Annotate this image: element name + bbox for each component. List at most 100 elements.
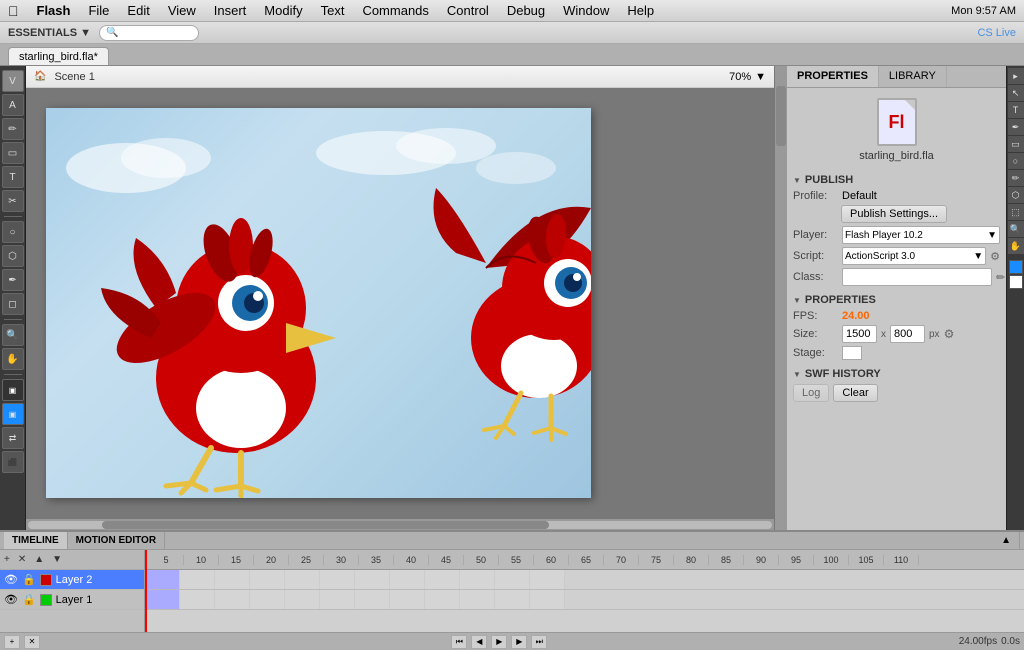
zoom-tool[interactable]: 🔍 xyxy=(2,324,24,346)
frame-cell-1-11[interactable] xyxy=(495,590,530,609)
frame-cell-1-8[interactable] xyxy=(390,590,425,609)
size-height-input[interactable] xyxy=(890,325,925,343)
layer-1-lock-icon[interactable]: 🔒 xyxy=(22,593,36,606)
subselection-tool[interactable]: A xyxy=(2,94,24,116)
rt-tool-2[interactable]: ↖ xyxy=(1008,85,1024,101)
move-down-icon[interactable]: ▼ xyxy=(52,554,62,565)
menu-insert[interactable]: Insert xyxy=(206,1,255,20)
frame-cell-1-10[interactable] xyxy=(460,590,495,609)
frame-cell-2-10[interactable] xyxy=(460,570,495,589)
menu-window[interactable]: Window xyxy=(555,1,617,20)
frame-cell-1-6[interactable] xyxy=(320,590,355,609)
step-back-btn[interactable]: ◀ xyxy=(471,635,487,649)
layer-eye-icon[interactable]: 👁 xyxy=(4,573,18,586)
tab-motion-editor[interactable]: MOTION EDITOR xyxy=(68,532,165,549)
menu-text[interactable]: Text xyxy=(313,1,353,20)
step-fwd-btn[interactable]: ▶ xyxy=(511,635,527,649)
frame-cell-2-6[interactable] xyxy=(320,570,355,589)
add-layer-btn[interactable]: + xyxy=(4,635,20,649)
tab-timeline[interactable]: TIMELINE xyxy=(4,532,68,549)
rt-tool-7[interactable]: ✏ xyxy=(1008,170,1024,186)
frame-cell-2-11[interactable] xyxy=(495,570,530,589)
pen-tool[interactable]: ✒ xyxy=(2,269,24,291)
script-settings-icon[interactable]: ⚙ xyxy=(990,250,1000,263)
rt-tool-3[interactable]: T xyxy=(1008,102,1024,118)
rt-tool-5[interactable]: ▭ xyxy=(1008,136,1024,152)
text-tool[interactable]: T xyxy=(2,166,24,188)
swap-colors[interactable]: ⇄ xyxy=(2,427,24,449)
zoom-dropdown-icon[interactable]: ▼ xyxy=(755,71,766,83)
class-edit-icon[interactable]: ✏ xyxy=(996,271,1005,284)
rt-tool-6[interactable]: ○ xyxy=(1008,153,1024,169)
delete-layer-btn[interactable]: ✕ xyxy=(24,635,40,649)
menu-commands[interactable]: Commands xyxy=(354,1,436,20)
menu-view[interactable]: View xyxy=(160,1,204,20)
frame-cell-2-3[interactable] xyxy=(215,570,250,589)
publish-section-header[interactable]: ▼ PUBLISH xyxy=(793,174,1000,186)
fill-color[interactable]: ▣ xyxy=(2,403,24,425)
h-scrollbar-thumb[interactable] xyxy=(102,521,548,529)
selection-tool[interactable]: V xyxy=(2,70,24,92)
default-colors[interactable]: ⬛ xyxy=(2,451,24,473)
canvas-wrapper[interactable] xyxy=(26,88,774,518)
horizontal-scrollbar[interactable] xyxy=(26,518,774,530)
vertical-scrollbar[interactable] xyxy=(774,66,786,530)
bucket-tool[interactable]: ⬡ xyxy=(2,245,24,267)
play-back-btn[interactable]: ⏮ xyxy=(451,635,467,649)
pencil-tool[interactable]: ✏ xyxy=(2,118,24,140)
move-up-icon[interactable]: ▲ xyxy=(34,554,44,565)
menu-edit[interactable]: Edit xyxy=(119,1,157,20)
layer-row-2[interactable]: 👁 🔒 Layer 2 xyxy=(0,570,144,590)
eraser-tool[interactable]: ◻ xyxy=(2,293,24,315)
add-layer-icon[interactable]: + xyxy=(4,554,10,565)
hand-tool[interactable]: ✋ xyxy=(2,348,24,370)
player-dropdown[interactable]: Flash Player 10.2 ▼ xyxy=(842,226,1000,244)
apple-menu[interactable]:  xyxy=(8,3,19,19)
rt-tool-10[interactable]: 🔍 xyxy=(1008,221,1024,237)
log-button[interactable]: Log xyxy=(793,384,829,402)
frame-cell-1-5[interactable] xyxy=(285,590,320,609)
rt-tool-9[interactable]: ⬚ xyxy=(1008,204,1024,220)
essentials-search[interactable] xyxy=(99,25,199,41)
menu-debug[interactable]: Debug xyxy=(499,1,553,20)
play-fwd-btn[interactable]: ⏭ xyxy=(531,635,547,649)
v-scrollbar-thumb[interactable] xyxy=(776,86,786,146)
frame-cell-1-9[interactable] xyxy=(425,590,460,609)
frame-cell-1-1[interactable] xyxy=(145,590,180,609)
delete-layer-icon[interactable]: ✕ xyxy=(18,554,26,565)
tl-collapse[interactable]: ▲ xyxy=(993,532,1020,549)
menu-modify[interactable]: Modify xyxy=(256,1,310,20)
frame-cell-1-7[interactable] xyxy=(355,590,390,609)
rt-color-white[interactable] xyxy=(1009,275,1023,289)
play-btn[interactable]: ▶ xyxy=(491,635,507,649)
layer-lock-icon[interactable]: 🔒 xyxy=(22,573,36,586)
scissors-tool[interactable]: ✂ xyxy=(2,190,24,212)
stroke-color[interactable]: ▣ xyxy=(2,379,24,401)
oval-tool[interactable]: ○ xyxy=(2,221,24,243)
frame-cell-2-8[interactable] xyxy=(390,570,425,589)
frame-cell-2-12[interactable] xyxy=(530,570,565,589)
class-input[interactable] xyxy=(842,268,992,286)
clear-button[interactable]: Clear xyxy=(833,384,877,402)
tab-properties[interactable]: PROPERTIES xyxy=(787,66,879,87)
frame-cell-1-4[interactable] xyxy=(250,590,285,609)
rt-color-blue[interactable] xyxy=(1009,260,1023,274)
frame-cell-2-4[interactable] xyxy=(250,570,285,589)
rt-tool-1[interactable]: ▸ xyxy=(1008,68,1024,84)
properties-section-header[interactable]: ▼ PROPERTIES xyxy=(793,294,1000,306)
rt-tool-11[interactable]: ✋ xyxy=(1008,238,1024,254)
frame-cell-2-2[interactable] xyxy=(180,570,215,589)
size-settings-icon[interactable]: ⚙ xyxy=(944,327,955,341)
file-tab[interactable]: starling_bird.fla* xyxy=(8,47,109,65)
zoom-value[interactable]: 70% xyxy=(729,71,751,83)
script-dropdown[interactable]: ActionScript 3.0 ▼ xyxy=(842,247,986,265)
cs-live-label[interactable]: CS Live xyxy=(977,27,1016,39)
essentials-label[interactable]: ESSENTIALS ▼ xyxy=(8,27,91,39)
frame-cell-1-2[interactable] xyxy=(180,590,215,609)
swf-section-header[interactable]: ▼ SWF HISTORY xyxy=(793,368,1000,380)
tab-library[interactable]: LIBRARY xyxy=(879,66,947,87)
frame-cell-1-3[interactable] xyxy=(215,590,250,609)
size-width-input[interactable] xyxy=(842,325,877,343)
publish-settings-button[interactable]: Publish Settings... xyxy=(841,205,947,223)
frame-cell-2-1[interactable] xyxy=(145,570,180,589)
